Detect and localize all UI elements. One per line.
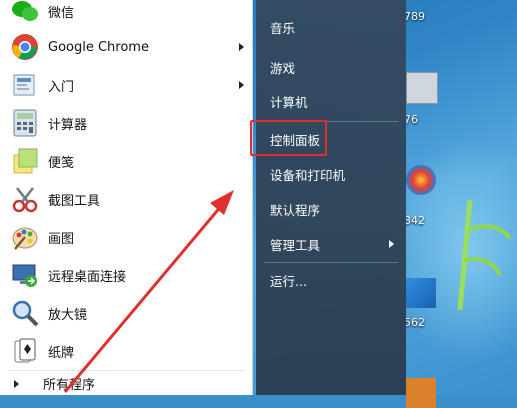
chrome-icon — [10, 32, 40, 62]
place-label: 设备和打印机 — [270, 167, 346, 183]
wallpaper-bamboo-icon — [457, 200, 512, 310]
desktop-folder-icon[interactable] — [406, 378, 436, 408]
place-default-programs[interactable]: 默认程序 — [256, 192, 406, 226]
place-label: 计算机 — [270, 94, 308, 110]
windows-icon[interactable] — [406, 278, 436, 308]
submenu-arrow-icon — [239, 81, 244, 89]
getting-started-icon — [10, 70, 40, 100]
place-label: 管理工具 — [270, 237, 321, 253]
place-devices-and-printers[interactable]: 设备和打印机 — [256, 157, 406, 191]
program-paint[interactable]: 画图 — [0, 218, 252, 256]
desktop-icon-label: 789 — [404, 10, 425, 23]
magnifier-icon — [10, 298, 40, 328]
program-label: 截图工具 — [48, 193, 101, 209]
remote-desktop-icon — [10, 260, 40, 290]
control-panel-highlight-box — [250, 120, 327, 156]
place-label: 游戏 — [270, 60, 296, 76]
place-label: 运行... — [270, 273, 307, 289]
program-label: 画图 — [48, 231, 75, 247]
program-remote-desktop[interactable]: 远程桌面连接 — [0, 256, 252, 294]
wechat-icon — [10, 0, 40, 26]
program-magnifier[interactable]: 放大镜 — [0, 294, 252, 332]
program-label: 入门 — [48, 79, 75, 95]
all-programs-label: 所有程序 — [43, 378, 96, 393]
programs-separator — [8, 370, 244, 371]
program-wechat[interactable]: 微信 — [0, 0, 252, 30]
place-music[interactable]: 音乐 — [256, 10, 406, 44]
program-solitaire[interactable]: 纸牌 — [0, 332, 252, 370]
place-games[interactable]: 游戏 — [256, 50, 406, 84]
calculator-icon — [10, 108, 40, 138]
place-administrative-tools[interactable]: 管理工具 — [256, 227, 406, 261]
sticky-notes-icon — [10, 146, 40, 176]
program-label: 放大镜 — [48, 307, 88, 323]
program-calculator[interactable]: 计算器 — [0, 104, 252, 142]
program-label: Google Chrome — [48, 39, 149, 55]
program-label: 便笺 — [48, 155, 75, 171]
submenu-arrow-icon — [389, 240, 394, 248]
place-run[interactable]: 运行... — [256, 263, 406, 297]
laptop-icon[interactable] — [406, 72, 438, 104]
place-label: 默认程序 — [270, 202, 321, 218]
program-label: 纸牌 — [48, 345, 75, 361]
submenu-arrow-icon — [239, 43, 244, 51]
desktop-icon-label: 562 — [404, 316, 425, 329]
snipping-tool-icon — [10, 184, 40, 214]
place-label: 音乐 — [270, 20, 296, 36]
program-label: 微信 — [48, 5, 75, 21]
program-google-chrome[interactable]: Google Chrome — [0, 28, 252, 66]
place-computer[interactable]: 计算机 — [256, 84, 406, 118]
paint-icon — [10, 222, 40, 252]
windows-orb-icon[interactable] — [406, 165, 436, 195]
program-snipping-tool[interactable]: 截图工具 — [0, 180, 252, 218]
program-getting-started[interactable]: 入门 — [0, 66, 252, 104]
program-label: 计算器 — [48, 117, 88, 133]
all-programs-button[interactable]: 所有程序 — [0, 372, 252, 395]
start-menu-programs-pane: 微信 Google Chrome 入门 计算器 便笺 截图工具 画图 远程桌面连… — [0, 0, 253, 395]
start-menu-places-pane: 音乐 游戏 计算机 控制面板 设备和打印机 默认程序 管理工具 运行... — [256, 0, 406, 395]
program-sticky-notes[interactable]: 便笺 — [0, 142, 252, 180]
all-programs-arrow-icon — [14, 379, 19, 388]
solitaire-icon — [10, 336, 40, 366]
desktop-icon-label: 342 — [404, 214, 425, 227]
program-label: 远程桌面连接 — [48, 269, 127, 285]
desktop-icon-label: 76 — [404, 113, 418, 126]
